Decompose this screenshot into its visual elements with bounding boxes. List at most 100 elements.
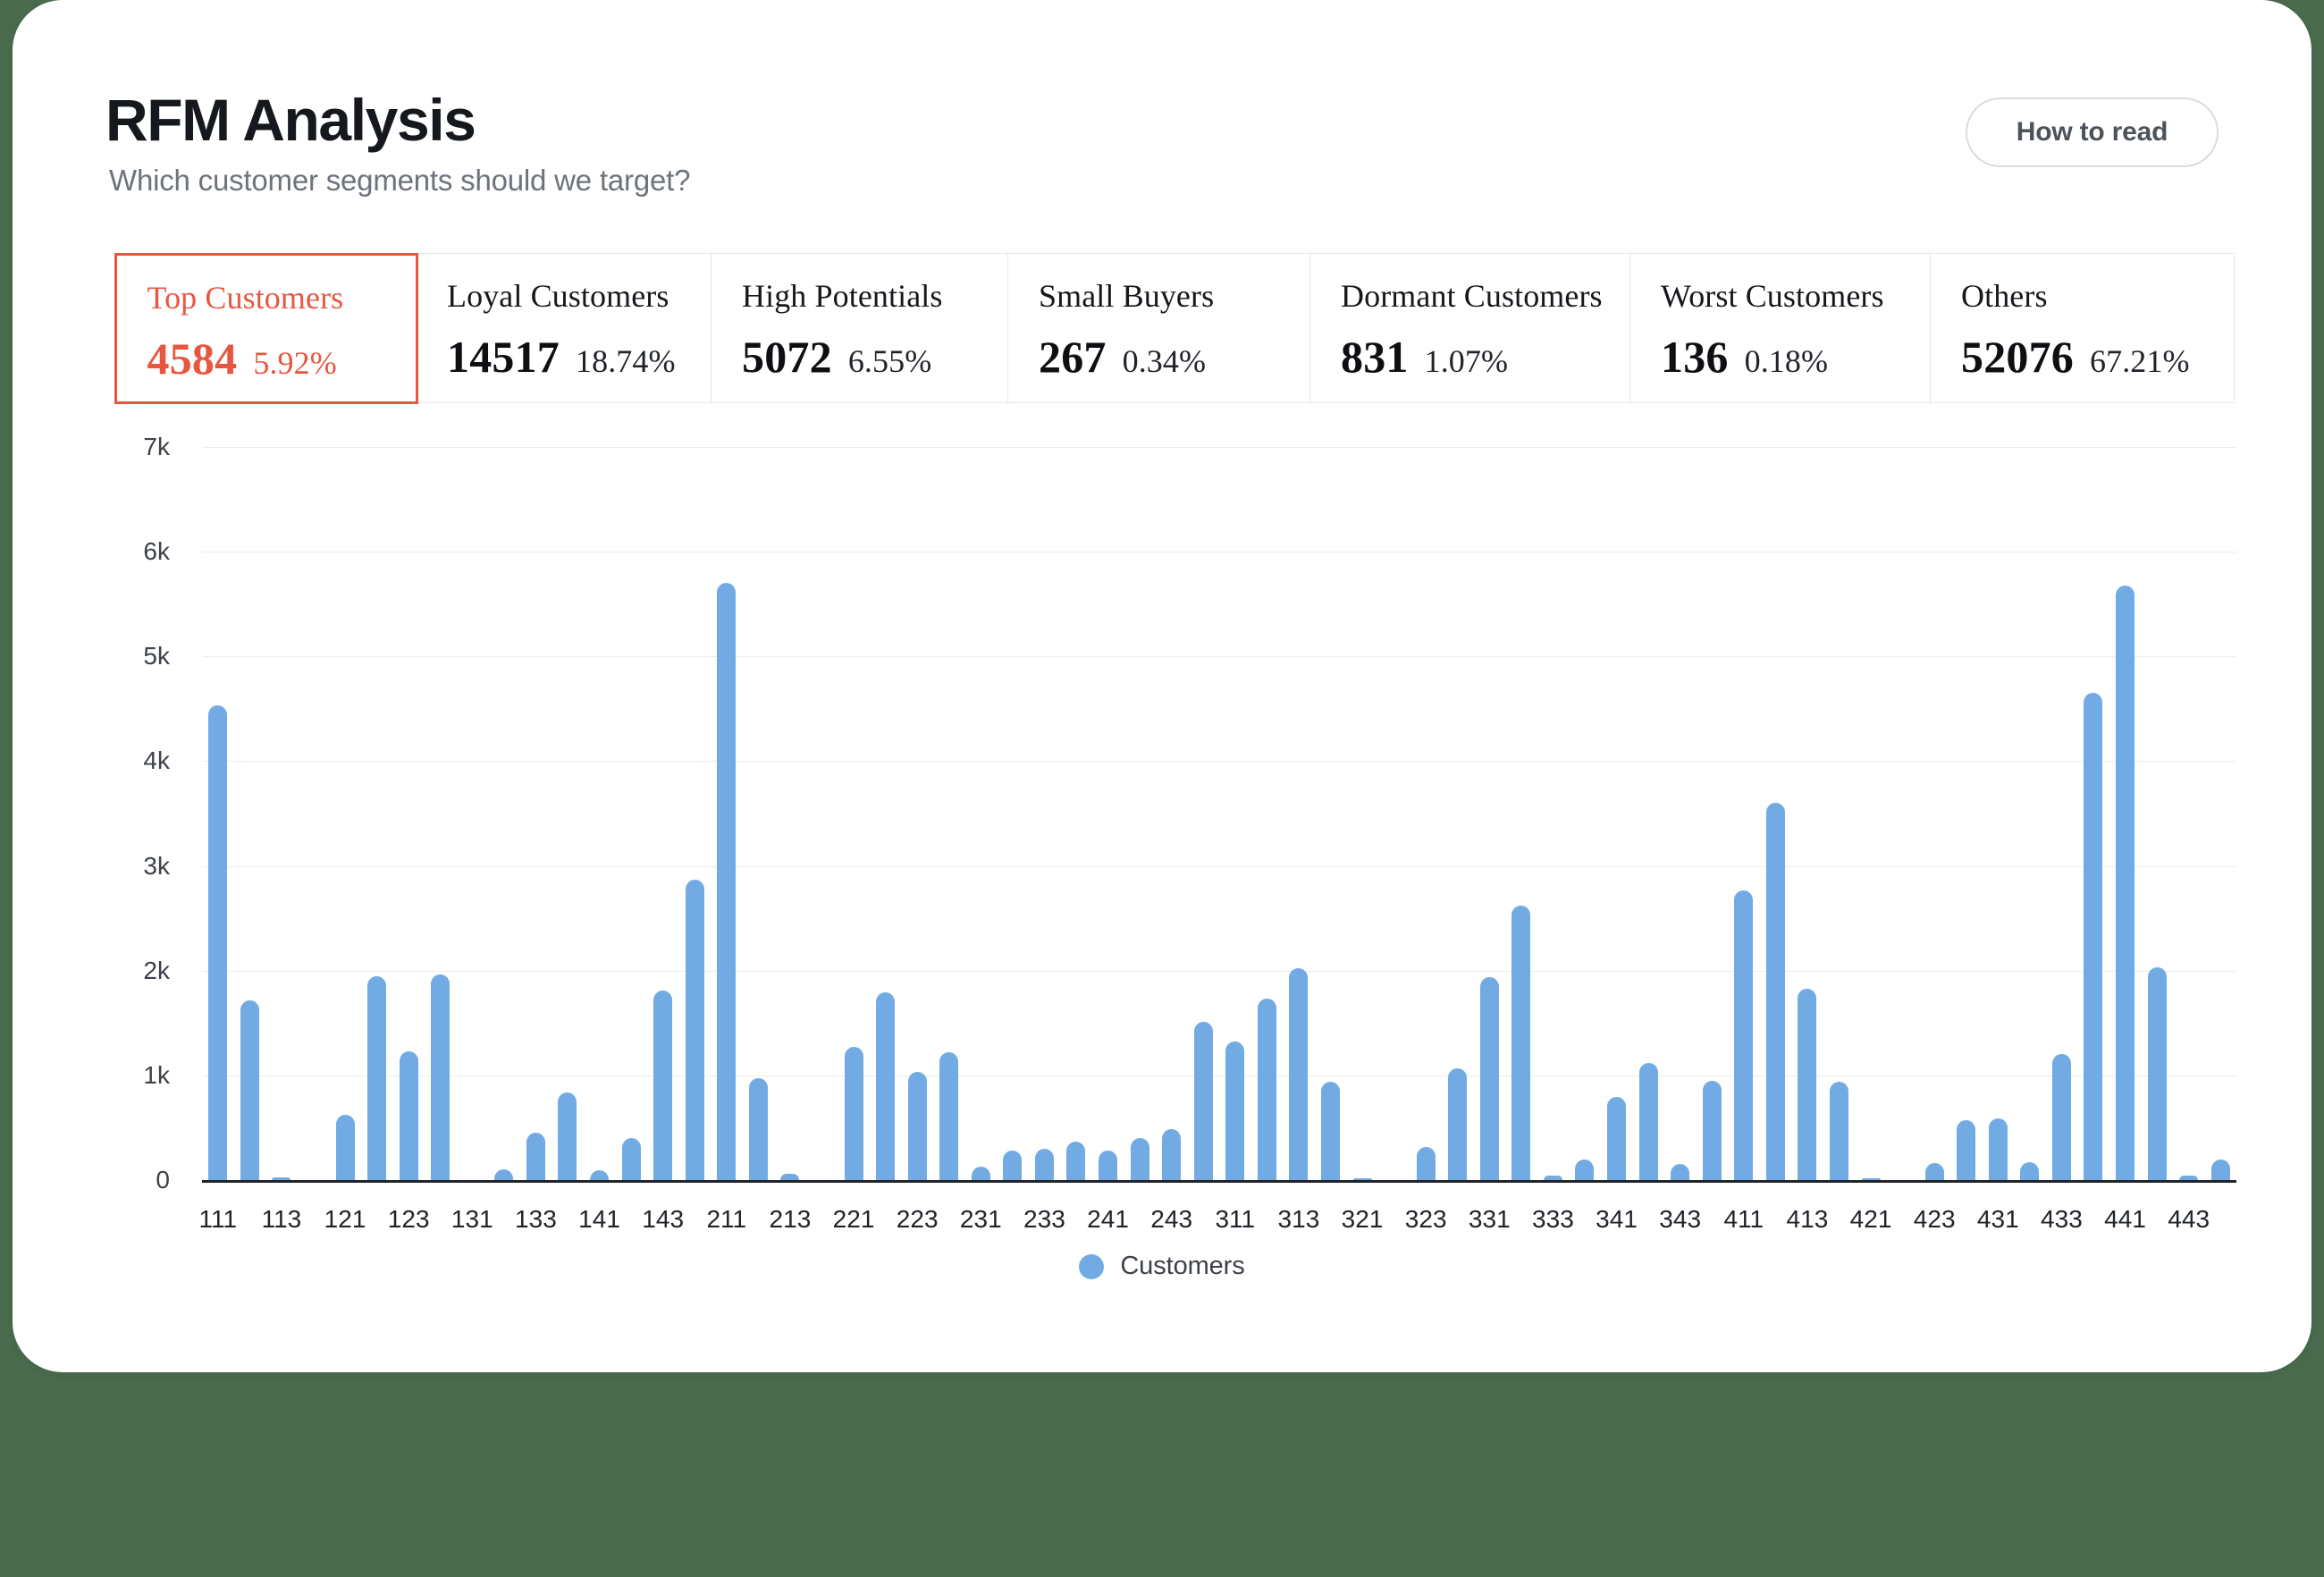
segment-metrics: 14517 18.74% bbox=[447, 331, 711, 383]
bar-231[interactable] bbox=[971, 1166, 990, 1180]
x-axis-tick-label: 433 bbox=[2041, 1205, 2083, 1233]
bar-433[interactable] bbox=[2051, 1054, 2071, 1180]
bar-slot bbox=[774, 447, 806, 1180]
bar-344[interactable] bbox=[1702, 1080, 1722, 1180]
bar-slot bbox=[265, 447, 298, 1180]
bar-432[interactable] bbox=[2020, 1162, 2040, 1180]
segment-metrics: 52076 67.21% bbox=[1961, 331, 2234, 383]
segment-count: 52076 bbox=[1961, 332, 2074, 382]
bar-434[interactable] bbox=[2084, 693, 2103, 1180]
bar-141[interactable] bbox=[590, 1170, 610, 1180]
bar-323[interactable] bbox=[1416, 1146, 1436, 1180]
x-tick-slot: 421 bbox=[1850, 1205, 1892, 1250]
bar-121[interactable] bbox=[335, 1115, 355, 1180]
bar-243[interactable] bbox=[1162, 1128, 1182, 1180]
bar-132[interactable] bbox=[494, 1169, 514, 1180]
bar-312[interactable] bbox=[1257, 999, 1276, 1180]
bar-334[interactable] bbox=[1575, 1159, 1595, 1180]
bar-242[interactable] bbox=[1130, 1138, 1149, 1180]
bar-112[interactable] bbox=[240, 999, 259, 1180]
bar-311[interactable] bbox=[1225, 1041, 1245, 1180]
bar-443[interactable] bbox=[2179, 1176, 2199, 1180]
segment-name: High Potentials bbox=[742, 278, 943, 314]
segment-card-loyal-customers[interactable]: Loyal Customers 14517 18.74% bbox=[417, 254, 712, 402]
bar-211[interactable] bbox=[717, 583, 737, 1180]
bar-342[interactable] bbox=[1638, 1062, 1658, 1180]
bar-slot bbox=[1950, 447, 1983, 1180]
x-axis-tick-label: 213 bbox=[769, 1205, 812, 1233]
bar-slot bbox=[1187, 447, 1219, 1180]
x-axis-tick-label: 133 bbox=[515, 1205, 557, 1233]
x-axis-tick-label: 211 bbox=[706, 1205, 747, 1233]
bar-213[interactable] bbox=[780, 1173, 800, 1180]
bar-124[interactable] bbox=[431, 974, 450, 1180]
bar-424[interactable] bbox=[1957, 1120, 1976, 1180]
bar-slot bbox=[1474, 447, 1506, 1180]
x-axis-tick-label: 111 bbox=[198, 1205, 238, 1233]
bar-222[interactable] bbox=[876, 992, 896, 1180]
bar-123[interactable] bbox=[399, 1050, 418, 1180]
bar-332[interactable] bbox=[1511, 906, 1531, 1180]
bar-343[interactable] bbox=[1671, 1164, 1690, 1180]
bar-421[interactable] bbox=[1861, 1177, 1881, 1180]
bar-423[interactable] bbox=[1924, 1163, 1944, 1180]
dashboard-card: RFM Analysis Which customer segments sho… bbox=[13, 0, 2311, 1372]
segment-card-high-potentials[interactable]: High Potentials 5072 6.55% bbox=[712, 254, 1008, 402]
bar-233[interactable] bbox=[1034, 1148, 1054, 1180]
segment-card-dormant-customers[interactable]: Dormant Customers 831 1.07% bbox=[1310, 254, 1630, 402]
bar-113[interactable] bbox=[272, 1176, 291, 1180]
segment-percent: 0.18% bbox=[1744, 343, 1829, 379]
bar-slot bbox=[647, 447, 679, 1180]
chart-area: 0 1k 2k 3k 4k 5k 6k 7k 111 113 121 123 131 133 141 143… bbox=[13, 420, 2311, 1314]
bar-241[interactable] bbox=[1099, 1151, 1118, 1180]
bar-413[interactable] bbox=[1798, 988, 1817, 1180]
segment-card-top-customers[interactable]: Top Customers 4584 5.92% bbox=[114, 252, 418, 404]
segment-metrics: 136 0.18% bbox=[1661, 331, 1930, 383]
bar-212[interactable] bbox=[748, 1078, 768, 1180]
bar-321[interactable] bbox=[1352, 1177, 1372, 1180]
bar-111[interactable] bbox=[208, 705, 228, 1180]
how-to-read-button[interactable]: How to read bbox=[1966, 97, 2219, 167]
bar-412[interactable] bbox=[1765, 803, 1785, 1180]
bar-slot bbox=[361, 447, 393, 1180]
segment-percent: 67.21% bbox=[2090, 343, 2190, 379]
x-axis-tick-label: 431 bbox=[1976, 1205, 2019, 1233]
bar-143[interactable] bbox=[653, 990, 673, 1180]
bar-slot bbox=[2046, 447, 2078, 1180]
bar-244[interactable] bbox=[1193, 1022, 1213, 1180]
bar-slot bbox=[933, 447, 965, 1180]
bar-331[interactable] bbox=[1479, 976, 1499, 1180]
bar-324[interactable] bbox=[1448, 1067, 1468, 1180]
bar-333[interactable] bbox=[1543, 1176, 1562, 1180]
bar-144[interactable] bbox=[685, 879, 704, 1180]
bar-234[interactable] bbox=[1066, 1141, 1086, 1180]
bar-414[interactable] bbox=[1829, 1081, 1848, 1180]
bar-444[interactable] bbox=[2210, 1159, 2230, 1180]
x-axis-tick-label: 423 bbox=[1913, 1205, 1956, 1233]
bar-411[interactable] bbox=[1734, 890, 1754, 1180]
bar-224[interactable] bbox=[939, 1052, 959, 1180]
bar-221[interactable] bbox=[844, 1047, 863, 1180]
bar-134[interactable] bbox=[558, 1092, 577, 1180]
segment-card-small-buyers[interactable]: Small Buyers 267 0.34% bbox=[1008, 254, 1310, 402]
segment-card-worst-customers[interactable]: Worst Customers 136 0.18% bbox=[1630, 254, 1931, 402]
bar-314[interactable] bbox=[1320, 1081, 1340, 1180]
bar-slot bbox=[2204, 447, 2236, 1180]
bar-133[interactable] bbox=[526, 1133, 545, 1180]
bar-442[interactable] bbox=[2147, 967, 2167, 1180]
bar-142[interactable] bbox=[621, 1138, 641, 1180]
legend-label[interactable]: Customers bbox=[1120, 1252, 1244, 1281]
bar-441[interactable] bbox=[2116, 585, 2135, 1180]
bar-341[interactable] bbox=[1607, 1097, 1627, 1180]
y-axis-tick-label: 4k bbox=[143, 746, 170, 775]
segment-count: 831 bbox=[1341, 332, 1409, 382]
x-tick-slot: 223 bbox=[897, 1205, 939, 1250]
bar-223[interactable] bbox=[907, 1072, 927, 1180]
bar-313[interactable] bbox=[1289, 968, 1309, 1180]
bar-slot bbox=[2141, 447, 2173, 1180]
bar-232[interactable] bbox=[1003, 1151, 1023, 1180]
y-axis-tick-label: 7k bbox=[143, 433, 170, 460]
bar-122[interactable] bbox=[367, 975, 387, 1180]
segment-card-others[interactable]: Others 52076 67.21% bbox=[1931, 254, 2234, 402]
bar-431[interactable] bbox=[1988, 1117, 2008, 1180]
